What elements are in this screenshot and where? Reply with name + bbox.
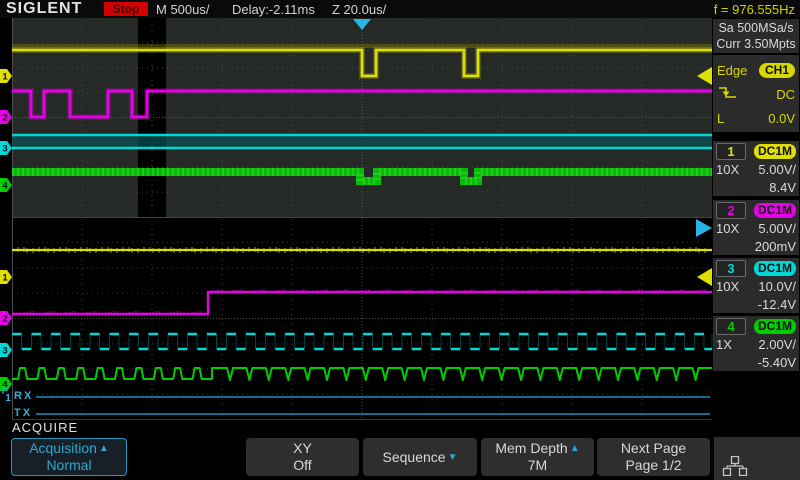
channel-1-offset: 8.4V [769,179,796,195]
status-bar: SIGLENT Stop M 500us/ Delay:-2.11ms Z 20… [0,0,800,18]
channel-2-scale: 5.00V/ [758,220,796,236]
channel-3-probe: 10X [716,278,740,294]
mem-depth-button-value: 7M [527,457,548,473]
channel-4-probe: 1X [716,336,732,352]
trigger-level-label: L [717,110,725,126]
mem-depth-button-label: Mem Depth [495,440,568,456]
channel-3-scale: 10.0V/ [758,278,796,294]
trigger-source-badge: CH1 [758,62,795,78]
next-page-button-label: Next Page [620,440,687,456]
zoom-waveform-window [12,217,712,420]
trigger-type-label: Edge [717,62,748,78]
next-page-button[interactable]: Next Page Page 1/2 [597,438,710,476]
ch1-position-marker-main[interactable] [0,69,12,83]
trigger-coupling-readout: DC [776,86,795,102]
channel-2-coupling-badge: DC1M [753,202,796,218]
up-arrow-icon: ▲ [98,443,109,454]
acquisition-mode-button[interactable]: Acquisition ▲ Normal [11,438,127,476]
decode-tx-label: TX [14,407,33,419]
ch2-position-marker-zoom[interactable] [0,311,12,325]
ch3-position-marker-zoom[interactable] [0,343,12,357]
svg-text:1: 1 [2,273,8,284]
svg-text:2: 2 [2,113,7,124]
frequency-counter: f = 976.555Hz [713,2,795,17]
ch2-position-marker-main[interactable] [0,110,12,124]
zoom-region-band[interactable] [138,18,166,217]
svg-text:2: 2 [2,314,7,325]
channel-3-coupling-badge: DC1M [753,260,796,276]
channel-4-coupling-badge: DC1M [753,318,796,334]
delay-readout: Delay:-2.11ms [232,2,315,17]
channel-4-number: 4 [716,317,746,335]
channel-4-info-box[interactable]: 4 DC1M 1X 2.00V/ -5.40V [713,316,799,371]
svg-text:4: 4 [2,380,8,391]
svg-text:1: 1 [2,72,8,83]
xy-mode-button[interactable]: XY Off [246,438,359,476]
ch1-position-marker-zoom[interactable] [0,270,12,284]
memory-depth-readout: Curr 3.50Mpts [716,37,796,51]
channel-2-number: 2 [716,201,746,219]
channel-1-number: 1 [716,142,746,160]
channel-4-offset: -5.40V [757,354,796,370]
menu-title: ACQUIRE [12,420,79,435]
next-page-button-value: Page 1/2 [625,457,682,473]
up-arrow-icon: ▲ [569,443,580,454]
acquisition-info-panel: Sa 500MSa/s Curr 3.50Mpts [713,19,799,53]
serial-bus-marker[interactable] [2,387,9,394]
sequence-button-label: Sequence [382,448,446,465]
svg-text:1: 1 [5,393,11,404]
trigger-level-readout: 0.0V [768,110,795,126]
acquisition-button-label: Acquisition [29,440,97,456]
svg-text:3: 3 [2,144,7,155]
sequence-button[interactable]: Sequence ▼ [363,438,477,476]
channel-4-scale: 2.00V/ [758,336,796,352]
sample-rate-readout: Sa 500MSa/s [718,21,794,35]
mem-depth-button[interactable]: Mem Depth ▲ 7M [481,438,594,476]
trigger-info-panel[interactable]: Edge CH1 DC L 0.0V [713,55,799,132]
ch3-position-marker-main[interactable] [0,141,12,155]
channel-1-info-box[interactable]: 1 DC1M 10X 5.00V/ 8.4V [713,141,799,196]
channel-3-offset: -12.4V [757,296,796,312]
down-arrow-icon: ▼ [447,451,458,463]
acquisition-button-value: Normal [46,457,92,473]
status-tray [714,437,800,480]
xy-button-value: Off [293,457,312,473]
zoom-timebase-readout: Z 20.0us/ [332,2,387,17]
channel-2-offset: 200mV [754,238,796,254]
svg-text:3: 3 [2,346,7,357]
ch4-position-marker-zoom[interactable] [0,377,12,391]
channel-1-scale: 5.00V/ [758,161,796,177]
xy-button-label: XY [293,440,312,456]
channel-1-probe: 10X [716,161,740,177]
svg-text:4: 4 [2,181,8,192]
ch4-position-marker-main[interactable] [0,178,12,192]
channel-1-coupling-badge: DC1M [753,143,796,159]
decode-rx-label: RX [14,390,34,402]
main-waveform-window [12,18,712,217]
run-state-badge[interactable]: Stop [104,2,148,16]
channel-2-info-box[interactable]: 2 DC1M 10X 5.00V/ 200mV [713,200,799,255]
timebase-readout: M 500us/ [156,2,210,17]
channel-2-probe: 10X [716,220,740,236]
channel-3-info-box[interactable]: 3 DC1M 10X 10.0V/ -12.4V [713,258,799,313]
oscilloscope-screen: SIGLENT Stop M 500us/ Delay:-2.11ms Z 20… [0,0,800,480]
channel-3-number: 3 [716,259,746,277]
brand-logo: SIGLENT [6,0,83,17]
falling-edge-icon [717,84,739,104]
lan-network-icon [722,456,748,476]
